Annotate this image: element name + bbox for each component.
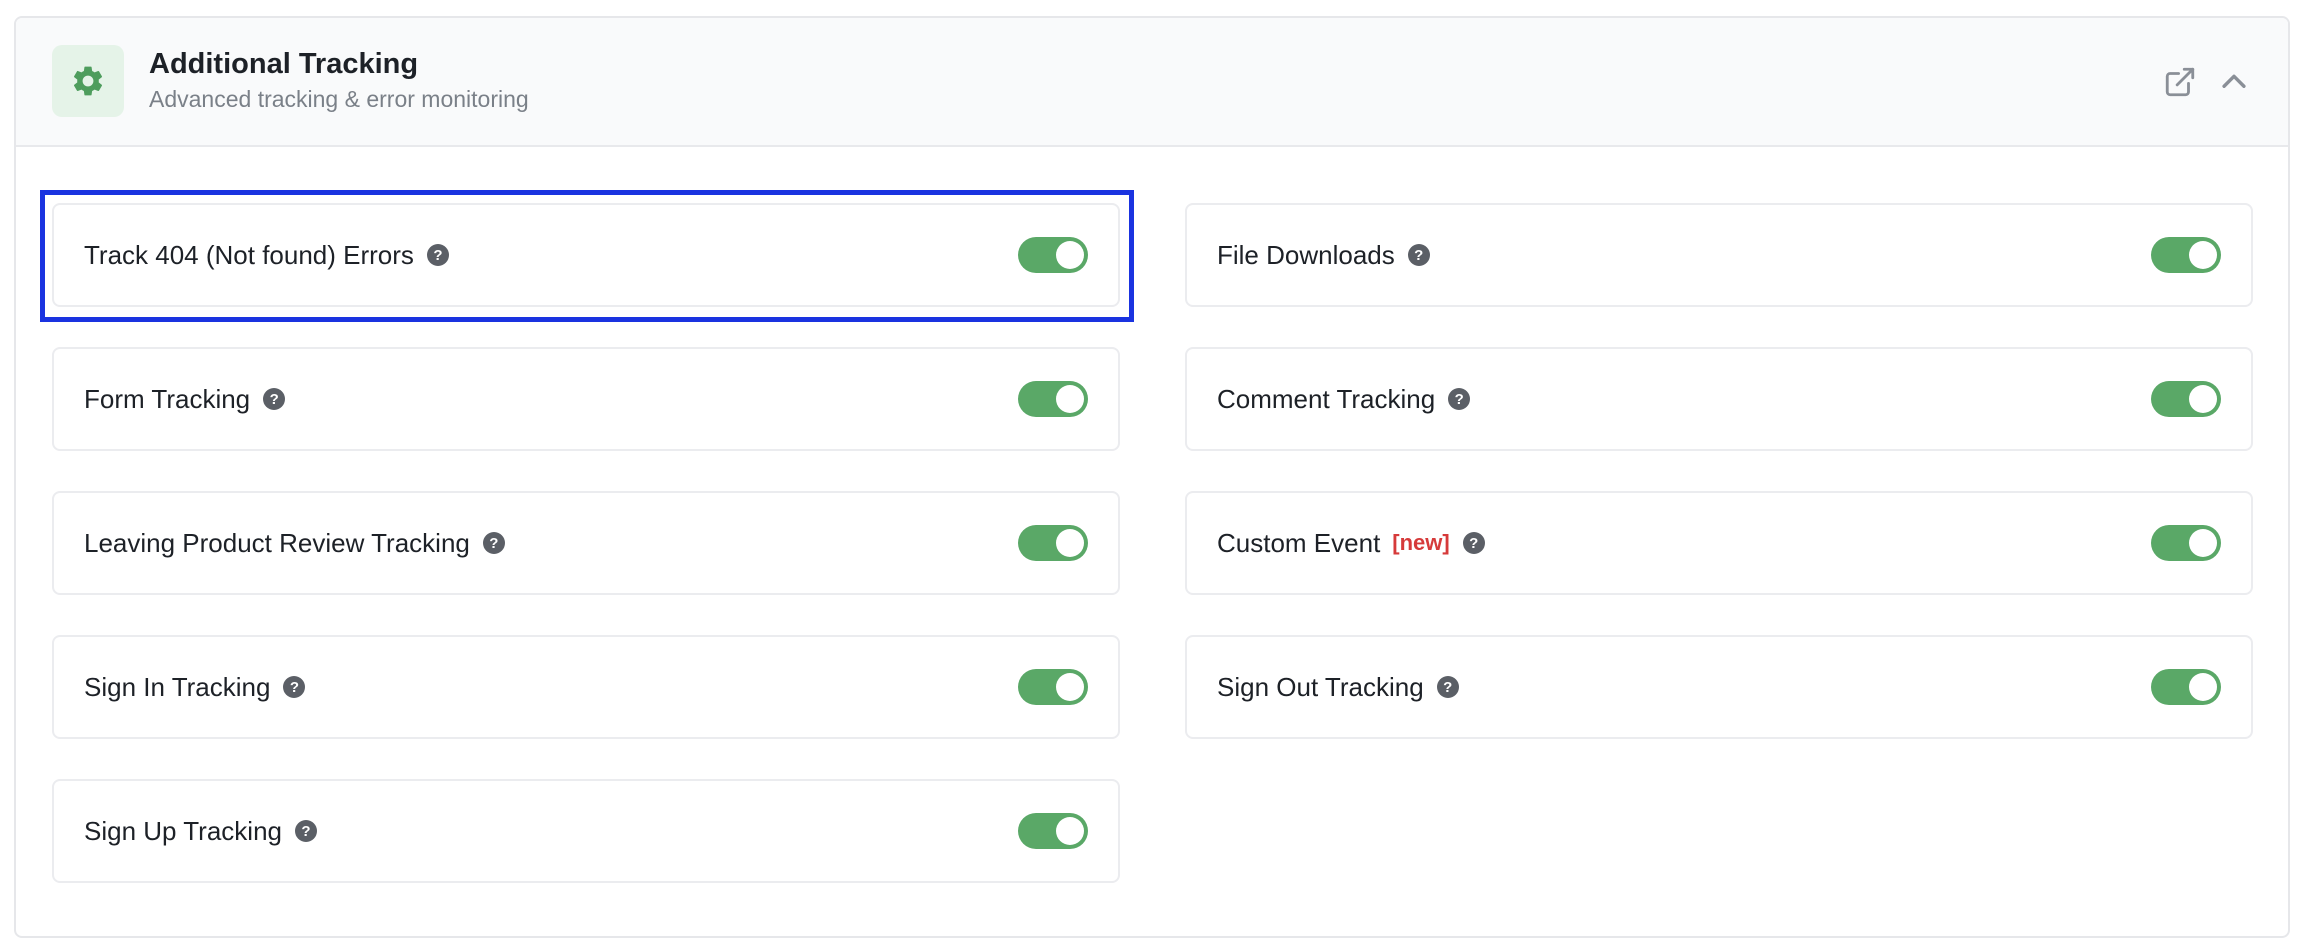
setting-label: File Downloads: [1217, 239, 1395, 270]
toggle-product-review[interactable]: [1018, 525, 1088, 561]
help-icon[interactable]: ?: [283, 676, 306, 698]
help-icon[interactable]: ?: [482, 532, 505, 554]
setting-card-form-tracking: Form Tracking ?: [52, 347, 1120, 451]
setting-label: Custom Event: [1217, 527, 1381, 558]
setting-card-file-downloads: File Downloads ?: [1185, 203, 2253, 307]
setting-card-sign-in: Sign In Tracking ?: [52, 635, 1120, 739]
toggle-sign-in[interactable]: [1018, 669, 1088, 705]
help-icon[interactable]: ?: [1448, 388, 1471, 410]
help-icon[interactable]: ?: [263, 388, 286, 410]
help-icon[interactable]: ?: [294, 820, 317, 842]
setting-label: Sign Out Tracking: [1217, 671, 1424, 702]
panel-title: Additional Tracking: [149, 48, 419, 80]
setting-label: Form Tracking: [84, 383, 251, 414]
toggle-file-downloads[interactable]: [2151, 237, 2221, 273]
toggle-track-404[interactable]: [1018, 237, 1088, 273]
setting-card-sign-up: Sign Up Tracking ?: [52, 779, 1120, 883]
toggle-sign-out[interactable]: [2151, 669, 2221, 705]
setting-card-product-review: Leaving Product Review Tracking ?: [52, 491, 1120, 595]
setting-card-custom-event: Custom Event [new] ?: [1185, 491, 2253, 595]
panel-header[interactable]: Additional Tracking Advanced tracking & …: [16, 18, 2288, 147]
toggle-form-tracking[interactable]: [1018, 381, 1088, 417]
external-link-icon[interactable]: [2160, 62, 2200, 102]
toggle-custom-event[interactable]: [2151, 525, 2221, 561]
gear-icon: [52, 45, 124, 117]
help-icon[interactable]: ?: [1436, 676, 1459, 698]
setting-label: Leaving Product Review Tracking: [84, 527, 470, 558]
setting-label: Comment Tracking: [1217, 383, 1436, 414]
toggle-comment-tracking[interactable]: [2151, 381, 2221, 417]
setting-label: Track 404 (Not found) Errors: [84, 239, 414, 270]
help-icon[interactable]: ?: [1407, 244, 1430, 266]
new-badge: [new]: [1392, 530, 1450, 555]
setting-card-comment-tracking: Comment Tracking ?: [1185, 347, 2253, 451]
setting-card-sign-out: Sign Out Tracking ?: [1185, 635, 2253, 739]
setting-label: Sign Up Tracking: [84, 815, 282, 846]
setting-label: Sign In Tracking: [84, 671, 271, 702]
panel-subtitle: Advanced tracking & error monitoring: [149, 86, 529, 112]
toggle-sign-up[interactable]: [1018, 813, 1088, 849]
chevron-up-icon[interactable]: [2214, 62, 2254, 102]
setting-card-track-404: Track 404 (Not found) Errors ?: [52, 203, 1120, 307]
help-icon[interactable]: ?: [426, 244, 449, 266]
help-icon[interactable]: ?: [1462, 532, 1485, 554]
